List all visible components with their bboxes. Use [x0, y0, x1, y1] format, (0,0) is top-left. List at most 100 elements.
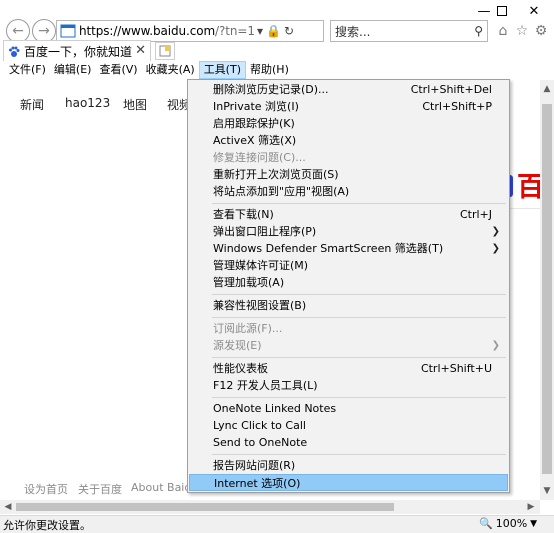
scroll-left-icon[interactable]: ◀ — [1, 500, 15, 514]
menu-item-shortcut: Ctrl+Shift+P — [422, 100, 492, 113]
menu-item-internet-options[interactable]: Internet 选项(O) — [189, 474, 508, 491]
address-bar[interactable]: https://www.baidu.com/?tn=18029102_2_dg … — [56, 20, 324, 42]
menu-item-label: OneNote Linked Notes — [213, 402, 337, 415]
menu-item-label: 重新打开上次浏览页面(S) — [213, 168, 339, 181]
menu-item-compat-view[interactable]: 兼容性视图设置(B) — [189, 297, 508, 314]
menu-item-label: 启用跟踪保护(K) — [213, 117, 295, 130]
menu-item-shortcut: Ctrl+Shift+U — [420, 362, 492, 375]
menu-separator — [212, 454, 506, 455]
menu-item-label: 兼容性视图设置(B) — [213, 299, 307, 312]
ie-site-icon — [60, 24, 76, 38]
menu-item-label: 删除浏览历史记录(D)... — [213, 83, 329, 96]
tab-title: 百度一下，你就知道 — [24, 45, 133, 59]
search-box[interactable]: 搜索... ⚲ — [330, 20, 488, 42]
baidu-paw-icon — [9, 46, 20, 57]
menu-item-label: 源发现(E) — [213, 339, 262, 352]
footer-link-about[interactable]: 关于百度 — [78, 481, 122, 497]
baidu-logo: 百 — [505, 170, 545, 206]
favorites-star-icon[interactable]: ☆ — [513, 22, 531, 40]
forward-arrow-icon: → — [38, 23, 50, 39]
menu-tools[interactable]: 工具(T) — [198, 61, 246, 79]
nav-link-map[interactable]: 地图 — [123, 96, 147, 113]
menu-item-lync-click-to-call[interactable]: Lync Click to Call — [189, 417, 508, 434]
menu-item-send-to-onenote[interactable]: Send to OneNote — [189, 434, 508, 451]
menu-item-manage-addons[interactable]: 管理加载项(A) — [189, 274, 508, 291]
address-dropdown-icon[interactable]: ▾ — [257, 24, 263, 38]
menu-item-activex-filter[interactable]: ActiveX 筛选(X) — [189, 132, 508, 149]
nav-link-hao123[interactable]: hao123 — [65, 96, 110, 110]
menu-item-f12-devtools[interactable]: F12 开发人员工具(L) — [189, 377, 508, 394]
menu-item-label: 将站点添加到"应用"视图(A) — [213, 185, 350, 198]
tools-menu: 删除浏览历史记录(D)... Ctrl+Shift+Del InPrivate … — [187, 79, 510, 493]
zoom-control[interactable]: 🔍 100% ▼ — [479, 517, 537, 530]
menu-item-subscribe-feed: 订阅此源(F)... — [189, 320, 508, 337]
menu-edit[interactable]: 编辑(E) — [50, 61, 96, 79]
zoom-level: 100% — [495, 517, 528, 530]
menu-item-label: 修复连接问题(C)... — [213, 151, 306, 164]
menu-favorites[interactable]: 收藏夹(A) — [142, 61, 199, 79]
menu-item-delete-history[interactable]: 删除浏览历史记录(D)... Ctrl+Shift+Del — [189, 81, 508, 98]
divider — [505, 208, 545, 209]
menu-item-shortcut: Ctrl+Shift+Del — [410, 83, 492, 96]
menu-item-label: F12 开发人员工具(L) — [213, 379, 318, 392]
zoom-dropdown-icon: ▼ — [530, 518, 538, 529]
horizontal-scroll-thumb[interactable] — [16, 503, 394, 511]
menu-separator — [212, 357, 506, 358]
home-icon[interactable]: ⌂ — [494, 22, 512, 40]
menu-item-popup-blocker[interactable]: 弹出窗口阻止程序(P) ❯ — [189, 223, 508, 240]
menu-help[interactable]: 帮助(H) — [246, 61, 293, 79]
search-icon[interactable]: ⚲ — [474, 24, 483, 38]
maximize-icon — [497, 6, 507, 16]
menu-item-tracking-protection[interactable]: 启用跟踪保护(K) — [189, 115, 508, 132]
menu-separator — [212, 317, 506, 318]
menu-item-label: InPrivate 浏览(I) — [213, 100, 299, 113]
scroll-down-icon[interactable]: ▼ — [540, 484, 554, 498]
menu-item-label: 管理加载项(A) — [213, 276, 285, 289]
submenu-arrow-icon: ❯ — [491, 243, 500, 254]
menu-item-view-downloads[interactable]: 查看下载(N) Ctrl+J — [189, 206, 508, 223]
menu-item-performance-dashboard[interactable]: 性能仪表板 Ctrl+Shift+U — [189, 360, 508, 377]
menu-separator — [212, 203, 506, 204]
nav-link-news[interactable]: 新闻 — [20, 96, 44, 113]
footer-link-homepage[interactable]: 设为首页 — [24, 481, 68, 497]
close-window-button[interactable]: ✕ — [518, 2, 550, 20]
scroll-up-icon[interactable]: ▲ — [540, 82, 554, 96]
menu-item-feed-discovery: 源发现(E) ❯ — [189, 337, 508, 354]
address-url[interactable]: https://www.baidu.com/?tn=18029102_2_dg — [79, 24, 254, 38]
menu-item-label: 弹出窗口阻止程序(P) — [213, 225, 317, 238]
menu-item-add-to-apps[interactable]: 将站点添加到"应用"视图(A) — [189, 183, 508, 200]
new-tab-icon — [159, 45, 171, 57]
menu-separator — [212, 397, 506, 398]
tab-baidu[interactable]: 百度一下，你就知道 ✕ — [3, 40, 151, 62]
vertical-scroll-thumb[interactable] — [542, 104, 552, 474]
scroll-right-icon[interactable]: ▶ — [524, 500, 538, 514]
menu-file[interactable]: 文件(F) — [5, 61, 50, 79]
menu-item-fix-connection: 修复连接问题(C)... — [189, 149, 508, 166]
menu-item-inprivate[interactable]: InPrivate 浏览(I) Ctrl+Shift+P — [189, 98, 508, 115]
refresh-icon[interactable]: ↻ — [284, 24, 294, 38]
new-tab-button[interactable] — [155, 42, 175, 60]
menu-item-report-site-problems[interactable]: 报告网站问题(R) — [189, 457, 508, 474]
menu-item-smartscreen[interactable]: Windows Defender SmartScreen 筛选器(T) ❯ — [189, 240, 508, 257]
lock-icon[interactable]: 🔒 — [266, 24, 281, 38]
back-arrow-icon: ← — [12, 23, 24, 39]
menu-view[interactable]: 查看(V) — [95, 61, 141, 79]
url-host: https://www.baidu.com — [79, 24, 216, 38]
menu-item-reopen-session[interactable]: 重新打开上次浏览页面(S) — [189, 166, 508, 183]
submenu-arrow-icon: ❯ — [491, 340, 500, 351]
menu-item-label: 性能仪表板 — [213, 362, 268, 375]
gear-icon[interactable]: ⚙ — [532, 22, 550, 40]
menu-item-label: 管理媒体许可证(M) — [213, 259, 309, 272]
menu-item-shortcut: Ctrl+J — [459, 208, 492, 221]
search-placeholder: 搜索... — [335, 24, 371, 39]
menu-item-label: Windows Defender SmartScreen 筛选器(T) — [213, 242, 444, 255]
submenu-arrow-icon: ❯ — [491, 226, 500, 237]
menu-separator — [212, 294, 506, 295]
menu-item-onenote-linked-notes[interactable]: OneNote Linked Notes — [189, 400, 508, 417]
close-tab-icon[interactable]: ✕ — [135, 43, 146, 58]
menu-item-label: 订阅此源(F)... — [213, 322, 283, 335]
url-path: /?tn=18029102_2_dg — [215, 24, 254, 38]
menu-item-label: ActiveX 筛选(X) — [213, 134, 297, 147]
menu-item-media-licenses[interactable]: 管理媒体许可证(M) — [189, 257, 508, 274]
maximize-button[interactable] — [486, 2, 518, 20]
